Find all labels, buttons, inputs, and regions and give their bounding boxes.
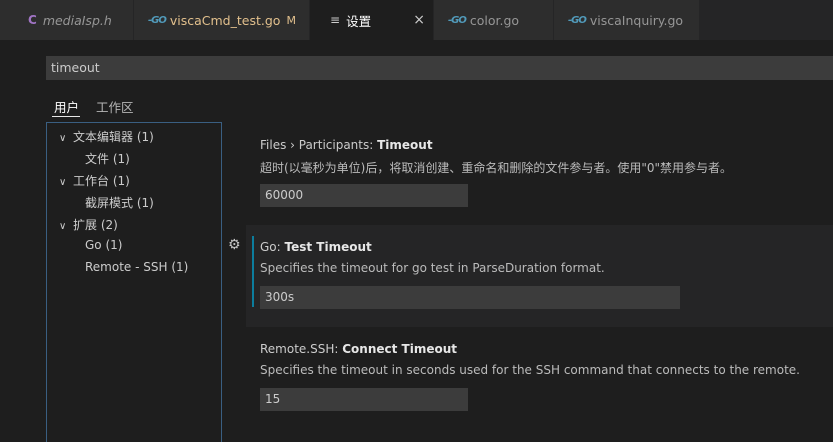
tab-user-settings[interactable]: 用户 xyxy=(54,97,79,116)
toc-item-text-editor[interactable]: ∨ 文本编辑器 (1) xyxy=(59,128,154,145)
setting-input-files-participants-timeout[interactable]: 60000 xyxy=(260,184,468,207)
close-icon[interactable]: × xyxy=(413,12,425,28)
tab-label: mediaIsp.h xyxy=(42,12,112,28)
tab-label: viscaInquiry.go xyxy=(589,12,684,28)
toc-label: 工作台 (1) xyxy=(73,174,130,188)
toc-item-screencast-mode[interactable]: 截屏模式 (1) xyxy=(85,194,154,211)
toc-label: 扩展 (2) xyxy=(73,218,118,232)
go-file-icon: -GO xyxy=(568,14,587,26)
active-scope-underline xyxy=(52,116,80,117)
chevron-down-icon: ∨ xyxy=(59,221,67,232)
tab-bar-edge xyxy=(0,0,14,40)
tab-label: color.go xyxy=(469,12,520,28)
tab-workspace-settings[interactable]: 工作区 xyxy=(96,97,134,116)
tab-label: viscaCmd_test.go xyxy=(169,12,281,28)
setting-description: Specifies the timeout for go test in Par… xyxy=(260,261,605,275)
setting-name: Timeout xyxy=(377,138,433,152)
setting-description: Specifies the timeout in seconds used fo… xyxy=(260,363,800,377)
setting-title-remote-ssh-connect-timeout: Remote.SSH: Connect Timeout xyxy=(260,342,457,356)
toc-item-extensions[interactable]: ∨ 扩展 (2) xyxy=(59,216,118,233)
toc-item-files[interactable]: 文件 (1) xyxy=(85,150,130,167)
setting-category: Go: xyxy=(260,240,285,254)
toc-item-workbench[interactable]: ∨ 工作台 (1) xyxy=(59,172,130,189)
modified-indicator xyxy=(252,236,254,307)
settings-file-icon: ≡ xyxy=(330,13,341,27)
tab-color-go[interactable]: -GO color.go xyxy=(434,0,554,40)
setting-category: Remote.SSH: xyxy=(260,342,343,356)
setting-name: Connect Timeout xyxy=(342,342,458,356)
tab-mediaisp-h[interactable]: C mediaIsp.h xyxy=(14,0,134,40)
settings-toc: ∨ 文本编辑器 (1) 文件 (1) ∨ 工作台 (1) 截屏模式 (1) ∨ 扩展 … xyxy=(46,122,222,442)
go-file-icon: -GO xyxy=(148,14,167,26)
setting-category: Files › Participants: xyxy=(260,138,378,152)
tab-viscainquiry-go[interactable]: -GO viscaInquiry.go xyxy=(554,0,700,40)
setting-input-go-test-timeout[interactable]: 300s xyxy=(260,286,680,309)
tab-viscacmd-test-go[interactable]: -GO viscaCmd_test.go M xyxy=(134,0,310,40)
go-file-icon: -GO xyxy=(448,14,467,26)
toc-item-go[interactable]: Go (1) xyxy=(85,238,122,252)
gear-icon[interactable]: ⚙ xyxy=(228,237,241,253)
tab-settings[interactable]: ≡ 设置 × xyxy=(310,0,434,40)
setting-input-remote-ssh-connect-timeout[interactable]: 15 xyxy=(260,388,468,411)
setting-name: Test Timeout xyxy=(284,240,372,254)
setting-title-files-participants-timeout: Files › Participants: Timeout xyxy=(260,138,433,152)
modified-badge: M xyxy=(286,13,296,27)
chevron-down-icon: ∨ xyxy=(59,133,67,144)
tab-label: 设置 xyxy=(346,13,372,29)
setting-title-go-test-timeout: Go: Test Timeout xyxy=(260,240,372,254)
toc-item-remote-ssh[interactable]: Remote - SSH (1) xyxy=(85,260,188,274)
settings-search-input[interactable]: timeout xyxy=(46,56,833,80)
chevron-down-icon: ∨ xyxy=(59,177,67,188)
c-file-icon: C xyxy=(28,13,37,27)
toc-label: 文本编辑器 (1) xyxy=(73,130,154,144)
setting-description: 超时(以毫秒为单位)后，将取消创建、重命名和删除的文件参与者。使用"0"禁用参与… xyxy=(260,161,733,175)
